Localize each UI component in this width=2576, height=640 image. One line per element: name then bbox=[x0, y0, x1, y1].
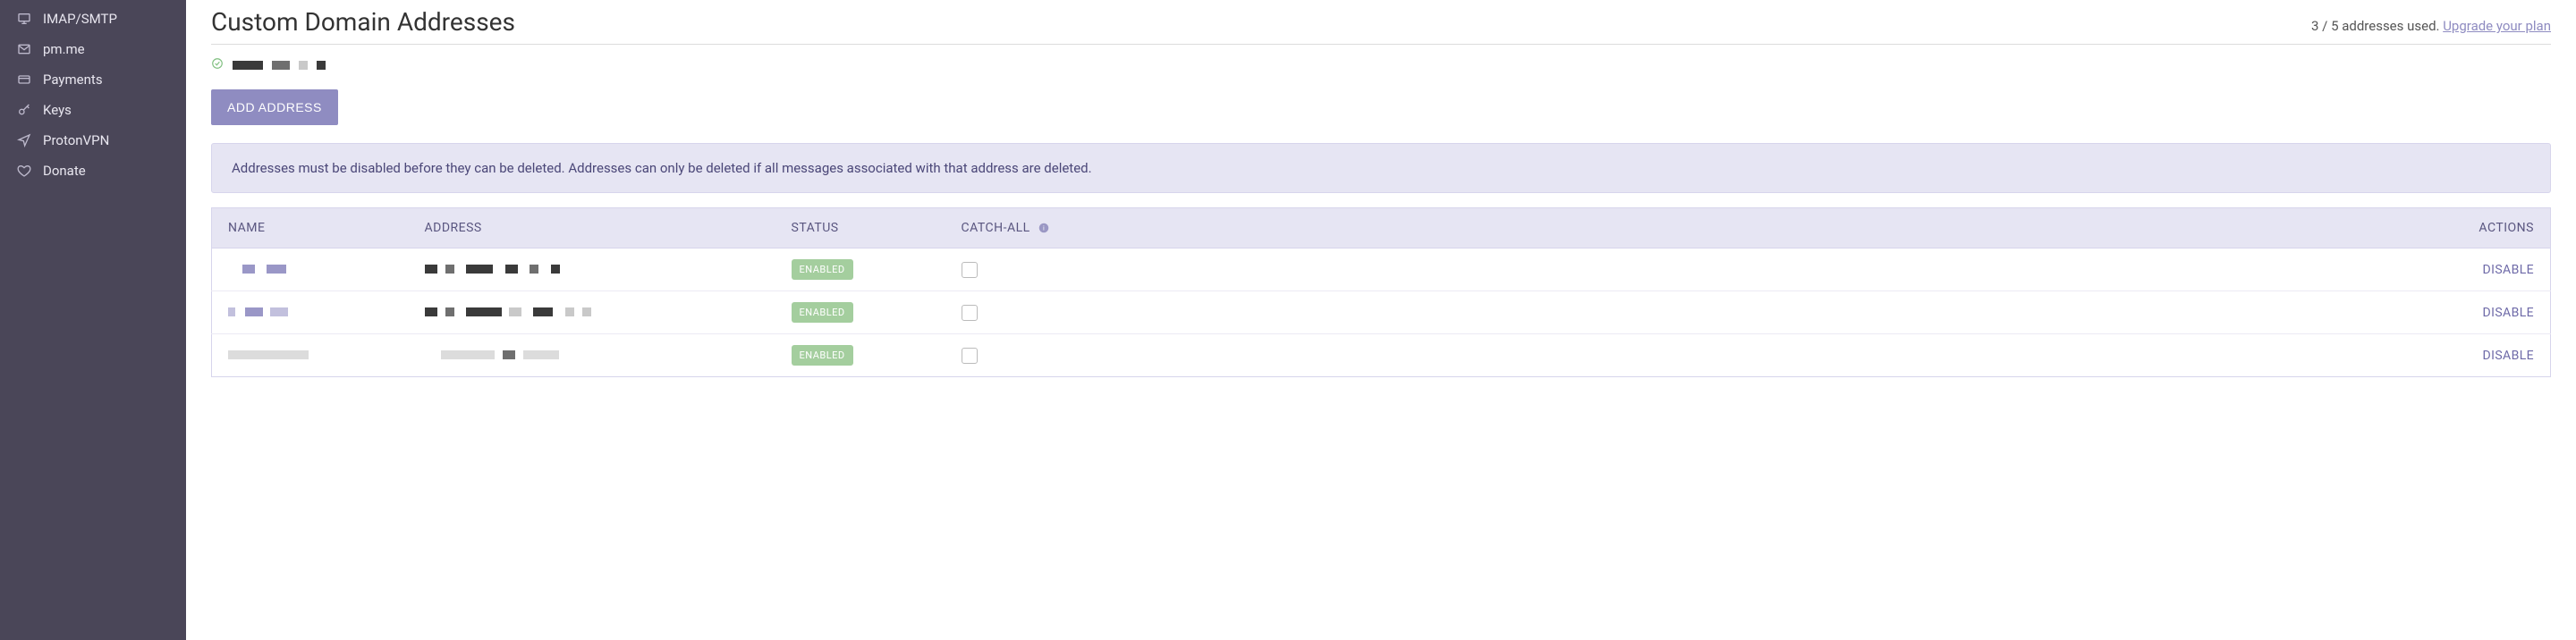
sidebar-item-keys[interactable]: Keys bbox=[0, 95, 186, 125]
sidebar-item-donate[interactable]: Donate bbox=[0, 156, 186, 186]
sidebar-item-label: Donate bbox=[43, 163, 86, 179]
redacted-text bbox=[267, 265, 286, 274]
disable-link[interactable]: DISABLE bbox=[2483, 349, 2534, 363]
redacted-text bbox=[270, 307, 288, 316]
redacted-text bbox=[466, 307, 502, 316]
redacted-text bbox=[445, 307, 454, 316]
redacted-text bbox=[533, 307, 553, 316]
sidebar-item-label: ProtonVPN bbox=[43, 132, 109, 148]
col-catchall: CATCH-ALL i bbox=[945, 208, 1285, 248]
col-actions: ACTIONS bbox=[1285, 208, 2551, 248]
redacted-text bbox=[466, 265, 493, 274]
redacted-text bbox=[509, 307, 521, 316]
table-row: ENABLED DISABLE bbox=[212, 334, 2551, 377]
redacted-text bbox=[242, 265, 255, 274]
page-title: Custom Domain Addresses bbox=[211, 7, 515, 37]
usage-text: 3 / 5 addresses used. Upgrade your plan bbox=[2311, 18, 2551, 34]
redacted-text bbox=[228, 350, 309, 359]
redacted-text bbox=[551, 265, 560, 274]
redacted-text bbox=[299, 61, 308, 70]
svg-text:i: i bbox=[1043, 226, 1045, 232]
catchall-checkbox[interactable] bbox=[962, 262, 978, 278]
redacted-text bbox=[317, 61, 326, 70]
monitor-icon bbox=[16, 12, 32, 26]
sidebar-item-protonvpn[interactable]: ProtonVPN bbox=[0, 125, 186, 156]
envelope-icon bbox=[16, 42, 32, 56]
status-badge: ENABLED bbox=[792, 259, 853, 280]
page-header: Custom Domain Addresses 3 / 5 addresses … bbox=[211, 7, 2551, 45]
key-icon bbox=[16, 103, 32, 117]
redacted-text bbox=[565, 307, 574, 316]
send-icon bbox=[16, 133, 32, 147]
disable-link[interactable]: DISABLE bbox=[2483, 263, 2534, 277]
col-address: ADDRESS bbox=[409, 208, 775, 248]
redacted-text bbox=[441, 350, 495, 359]
col-name: NAME bbox=[212, 208, 409, 248]
redacted-text bbox=[425, 265, 437, 274]
redacted-text bbox=[425, 307, 437, 316]
add-address-button[interactable]: ADD ADDRESS bbox=[211, 89, 338, 125]
usage-count: 3 / 5 addresses used. bbox=[2311, 18, 2443, 34]
sidebar-item-label: Keys bbox=[43, 102, 72, 118]
card-icon bbox=[16, 72, 32, 87]
redacted-text bbox=[245, 307, 263, 316]
col-status: STATUS bbox=[775, 208, 945, 248]
disable-link[interactable]: DISABLE bbox=[2483, 306, 2534, 320]
heart-icon bbox=[16, 164, 32, 178]
main-content: Custom Domain Addresses 3 / 5 addresses … bbox=[186, 0, 2576, 640]
upgrade-link[interactable]: Upgrade your plan bbox=[2443, 18, 2551, 34]
status-badge: ENABLED bbox=[792, 345, 853, 366]
redacted-text bbox=[505, 265, 518, 274]
table-row: ENABLED DISABLE bbox=[212, 291, 2551, 334]
redacted-text bbox=[233, 61, 263, 70]
redacted-text bbox=[228, 307, 235, 316]
addresses-table: NAME ADDRESS STATUS CATCH-ALL i ACTIONS bbox=[211, 207, 2551, 377]
redacted-text bbox=[445, 265, 454, 274]
sidebar-item-label: pm.me bbox=[43, 41, 85, 57]
catchall-checkbox[interactable] bbox=[962, 348, 978, 364]
sidebar: IMAP/SMTP pm.me Payments Keys ProtonVPN bbox=[0, 0, 186, 640]
sidebar-item-payments[interactable]: Payments bbox=[0, 64, 186, 95]
catchall-checkbox[interactable] bbox=[962, 305, 978, 321]
table-row: ENABLED DISABLE bbox=[212, 248, 2551, 291]
domain-indicator bbox=[211, 57, 2551, 73]
redacted-text bbox=[503, 350, 515, 359]
info-icon[interactable]: i bbox=[1038, 222, 1050, 234]
check-icon bbox=[211, 57, 224, 73]
redacted-text bbox=[530, 265, 538, 274]
sidebar-item-pmme[interactable]: pm.me bbox=[0, 34, 186, 64]
redacted-text bbox=[523, 350, 559, 359]
sidebar-item-label: Payments bbox=[43, 72, 103, 88]
redacted-text bbox=[582, 307, 591, 316]
status-badge: ENABLED bbox=[792, 302, 853, 323]
info-banner: Addresses must be disabled before they c… bbox=[211, 143, 2551, 193]
redacted-text bbox=[272, 61, 290, 70]
sidebar-item-imap-smtp[interactable]: IMAP/SMTP bbox=[0, 4, 186, 34]
sidebar-item-label: IMAP/SMTP bbox=[43, 11, 117, 27]
